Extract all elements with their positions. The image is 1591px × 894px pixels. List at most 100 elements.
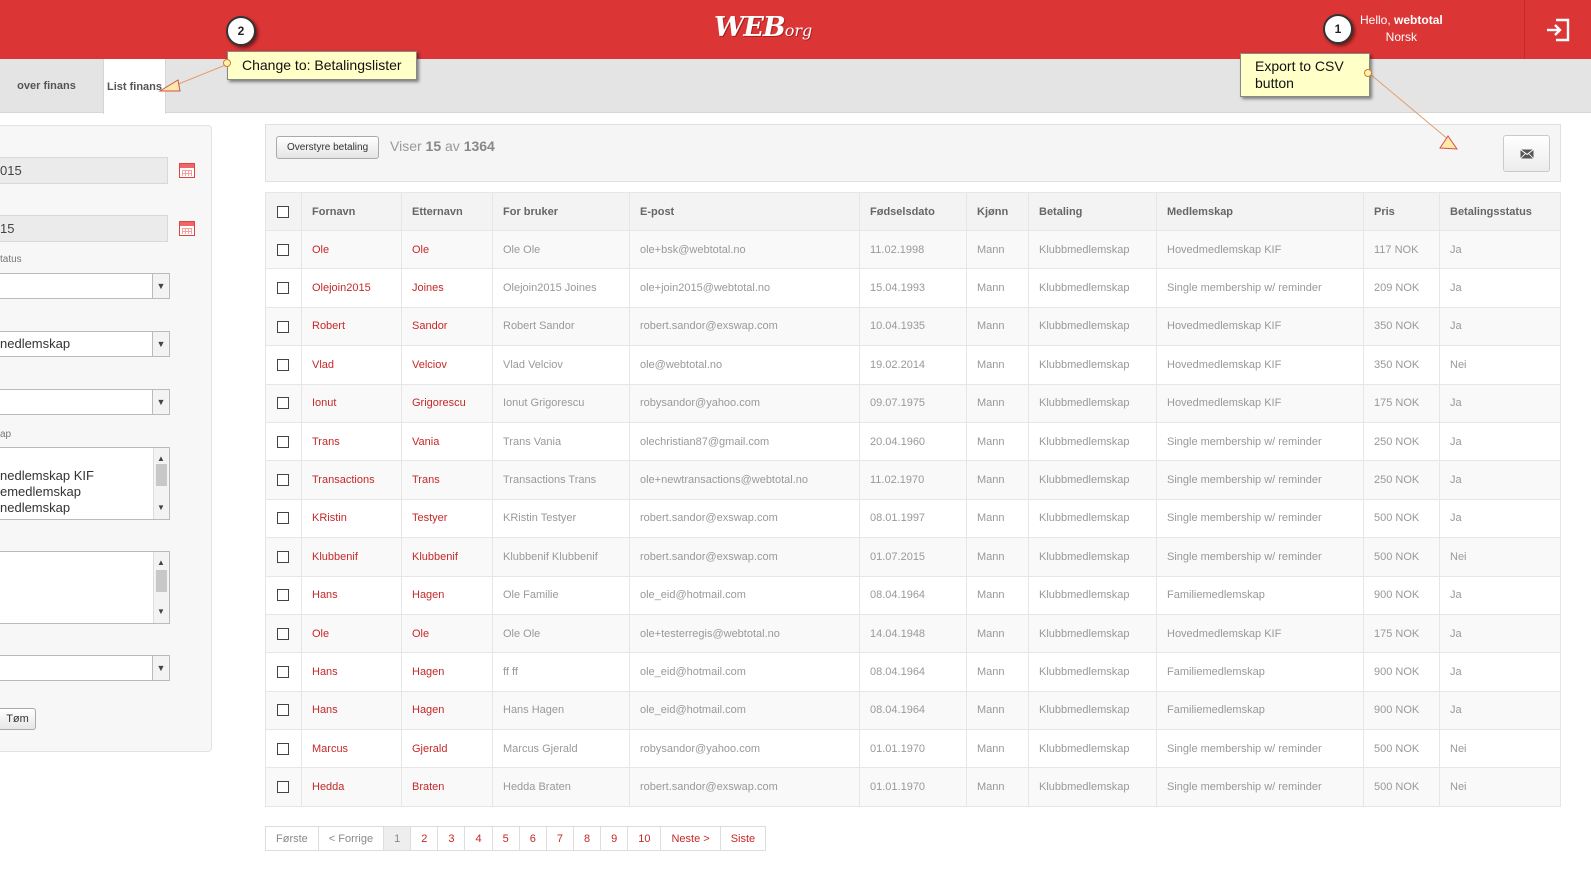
- cell-fornavn[interactable]: Ole: [301, 613, 402, 654]
- table-row[interactable]: Transactions Trans Transactions Trans ole+n…: [265, 460, 1561, 500]
- cell-fornavn[interactable]: Hedda: [301, 767, 402, 807]
- page-link-2[interactable]: 2: [411, 827, 439, 850]
- prev-page-link[interactable]: < Forrige: [318, 827, 385, 850]
- row-checkbox[interactable]: [277, 742, 289, 755]
- table-row[interactable]: Hans Hagen Ole Familie ole_eid@hotmail.com 0…: [265, 575, 1561, 615]
- tab-list-finans[interactable]: List finans: [103, 59, 166, 114]
- row-checkbox[interactable]: [277, 282, 289, 295]
- cell-fornavn[interactable]: Hans: [301, 652, 402, 692]
- cell-fornavn[interactable]: Olejoin2015: [301, 268, 402, 308]
- table-row[interactable]: Hedda Braten Hedda Braten robert.sandor@exs…: [265, 767, 1561, 807]
- page-link-7[interactable]: 7: [546, 827, 574, 850]
- cell-etternavn[interactable]: Testyer: [401, 498, 493, 539]
- cell-etternavn[interactable]: Velciov: [401, 345, 493, 385]
- row-checkbox[interactable]: [277, 512, 289, 525]
- scroll-thumb[interactable]: [156, 464, 167, 486]
- last-page-link[interactable]: Siste: [720, 827, 766, 850]
- cell-etternavn[interactable]: Gjerald: [401, 729, 493, 769]
- col-etternavn[interactable]: Etternavn: [401, 192, 493, 231]
- list-item[interactable]: nedlemskap: [0, 500, 169, 516]
- scroll-up-icon[interactable]: ▲: [157, 555, 165, 571]
- table-row[interactable]: Olejoin2015 Joines Olejoin2015 Joines ole+j…: [265, 268, 1561, 308]
- row-checkbox[interactable]: [277, 397, 289, 410]
- page-link-10[interactable]: 10: [628, 827, 662, 850]
- scroll-down-icon[interactable]: ▼: [157, 604, 165, 620]
- cell-etternavn[interactable]: Vania: [401, 421, 493, 462]
- table-row[interactable]: Ionut Grigorescu Ionut Grigorescu robysando…: [265, 383, 1561, 423]
- cell-fornavn[interactable]: Marcus: [301, 729, 402, 769]
- row-checkbox[interactable]: [277, 474, 289, 487]
- select-all-checkbox[interactable]: [277, 205, 289, 218]
- date-from-input[interactable]: 015: [0, 157, 168, 184]
- table-row[interactable]: Robert Sandor Robert Sandor robert.sandor@e…: [265, 306, 1561, 347]
- list-item[interactable]: nedlemskap KIF: [0, 468, 169, 484]
- page-link-8[interactable]: 8: [573, 827, 602, 850]
- cell-etternavn[interactable]: Hagen: [401, 575, 493, 615]
- cell-etternavn[interactable]: Ole: [401, 613, 493, 654]
- cell-etternavn[interactable]: Hagen: [401, 690, 493, 731]
- clear-filters-button[interactable]: Tøm: [0, 708, 36, 730]
- filter-select-3[interactable]: ▼: [0, 389, 170, 415]
- page-link-9[interactable]: 9: [601, 827, 629, 850]
- col-kjonn[interactable]: Kjønn: [966, 192, 1029, 231]
- page-link-6[interactable]: 6: [519, 827, 547, 850]
- page-link-4[interactable]: 4: [465, 827, 493, 850]
- row-checkbox[interactable]: [277, 320, 289, 333]
- cell-fornavn[interactable]: Robert: [301, 306, 402, 347]
- weborg-logo[interactable]: WEBorg: [714, 12, 812, 43]
- page-link-3[interactable]: 3: [438, 827, 466, 850]
- cell-fornavn[interactable]: Vlad: [301, 345, 402, 385]
- scrollbar[interactable]: ▲ ▼: [153, 448, 169, 519]
- cell-fornavn[interactable]: KRistin: [301, 498, 402, 539]
- status-select[interactable]: ▼: [0, 273, 170, 299]
- row-checkbox[interactable]: [277, 358, 289, 371]
- calendar-icon[interactable]: [179, 163, 195, 178]
- row-checkbox[interactable]: [277, 243, 289, 256]
- logout-button[interactable]: [1524, 0, 1591, 59]
- table-row[interactable]: Vlad Velciov Vlad Velciov ole@webtotal.no 19…: [265, 345, 1561, 385]
- cell-etternavn[interactable]: Grigorescu: [401, 383, 493, 423]
- col-betaling[interactable]: Betaling: [1028, 192, 1157, 231]
- cell-fornavn[interactable]: Hans: [301, 690, 402, 731]
- table-row[interactable]: Hans Hagen ff ff ole_eid@hotmail.com 08.04.1…: [265, 652, 1561, 692]
- table-row[interactable]: Ole Ole Ole Ole ole+bsk@webtotal.no 11.02.19…: [265, 229, 1561, 270]
- export-csv-button[interactable]: [1503, 135, 1550, 172]
- cell-etternavn[interactable]: Ole: [401, 229, 493, 270]
- cell-etternavn[interactable]: Hagen: [401, 652, 493, 692]
- next-page-link[interactable]: Neste >: [661, 827, 721, 850]
- cell-etternavn[interactable]: Sandor: [401, 306, 493, 347]
- col-epost[interactable]: E-post: [629, 192, 860, 231]
- tab-over-finans[interactable]: over finans: [0, 59, 103, 113]
- col-medlemskap[interactable]: Medlemskap: [1156, 192, 1364, 231]
- cell-fornavn[interactable]: Ole: [301, 229, 402, 270]
- table-row[interactable]: Trans Vania Trans Vania olechristian87@gmai…: [265, 421, 1561, 462]
- row-checkbox[interactable]: [277, 704, 289, 717]
- cell-etternavn[interactable]: Trans: [401, 460, 493, 500]
- filter-multiselect-2[interactable]: ▲ ▼: [0, 551, 170, 624]
- cell-etternavn[interactable]: Braten: [401, 767, 493, 807]
- cell-fornavn[interactable]: Klubbenif: [301, 537, 402, 577]
- cell-fornavn[interactable]: Transactions: [301, 460, 402, 500]
- table-row[interactable]: Ole Ole Ole Ole ole+testerregis@webtotal.no…: [265, 613, 1561, 654]
- scroll-down-icon[interactable]: ▼: [157, 500, 165, 516]
- first-page-link[interactable]: Første: [266, 827, 319, 850]
- col-pris[interactable]: Pris: [1363, 192, 1440, 231]
- table-row[interactable]: Marcus Gjerald Marcus Gjerald robysandor@ya…: [265, 729, 1561, 769]
- cell-fornavn[interactable]: Hans: [301, 575, 402, 615]
- list-item[interactable]: emedlemskap: [0, 484, 169, 500]
- col-for-bruker[interactable]: For bruker: [492, 192, 630, 231]
- user-menu[interactable]: Hello, webtotal Norsk: [1360, 12, 1443, 46]
- page-link-5[interactable]: 5: [492, 827, 520, 850]
- date-to-input[interactable]: 15: [0, 215, 168, 242]
- page-link-1[interactable]: 1: [384, 827, 412, 850]
- table-row[interactable]: Hans Hagen Hans Hagen ole_eid@hotmail.com 08…: [265, 690, 1561, 731]
- row-checkbox[interactable]: [277, 666, 289, 679]
- language-selector[interactable]: Norsk: [1360, 29, 1443, 46]
- row-checkbox[interactable]: [277, 550, 289, 563]
- cell-fornavn[interactable]: Ionut: [301, 383, 402, 423]
- override-payment-button[interactable]: Overstyre betaling: [276, 136, 380, 159]
- col-betalingsstatus[interactable]: Betalingsstatus: [1439, 192, 1561, 231]
- row-checkbox[interactable]: [277, 781, 289, 794]
- membership-multiselect[interactable]: nedlemskap KIF emedlemskap nedlemskap ▲ …: [0, 447, 170, 520]
- cell-etternavn[interactable]: Joines: [401, 268, 493, 308]
